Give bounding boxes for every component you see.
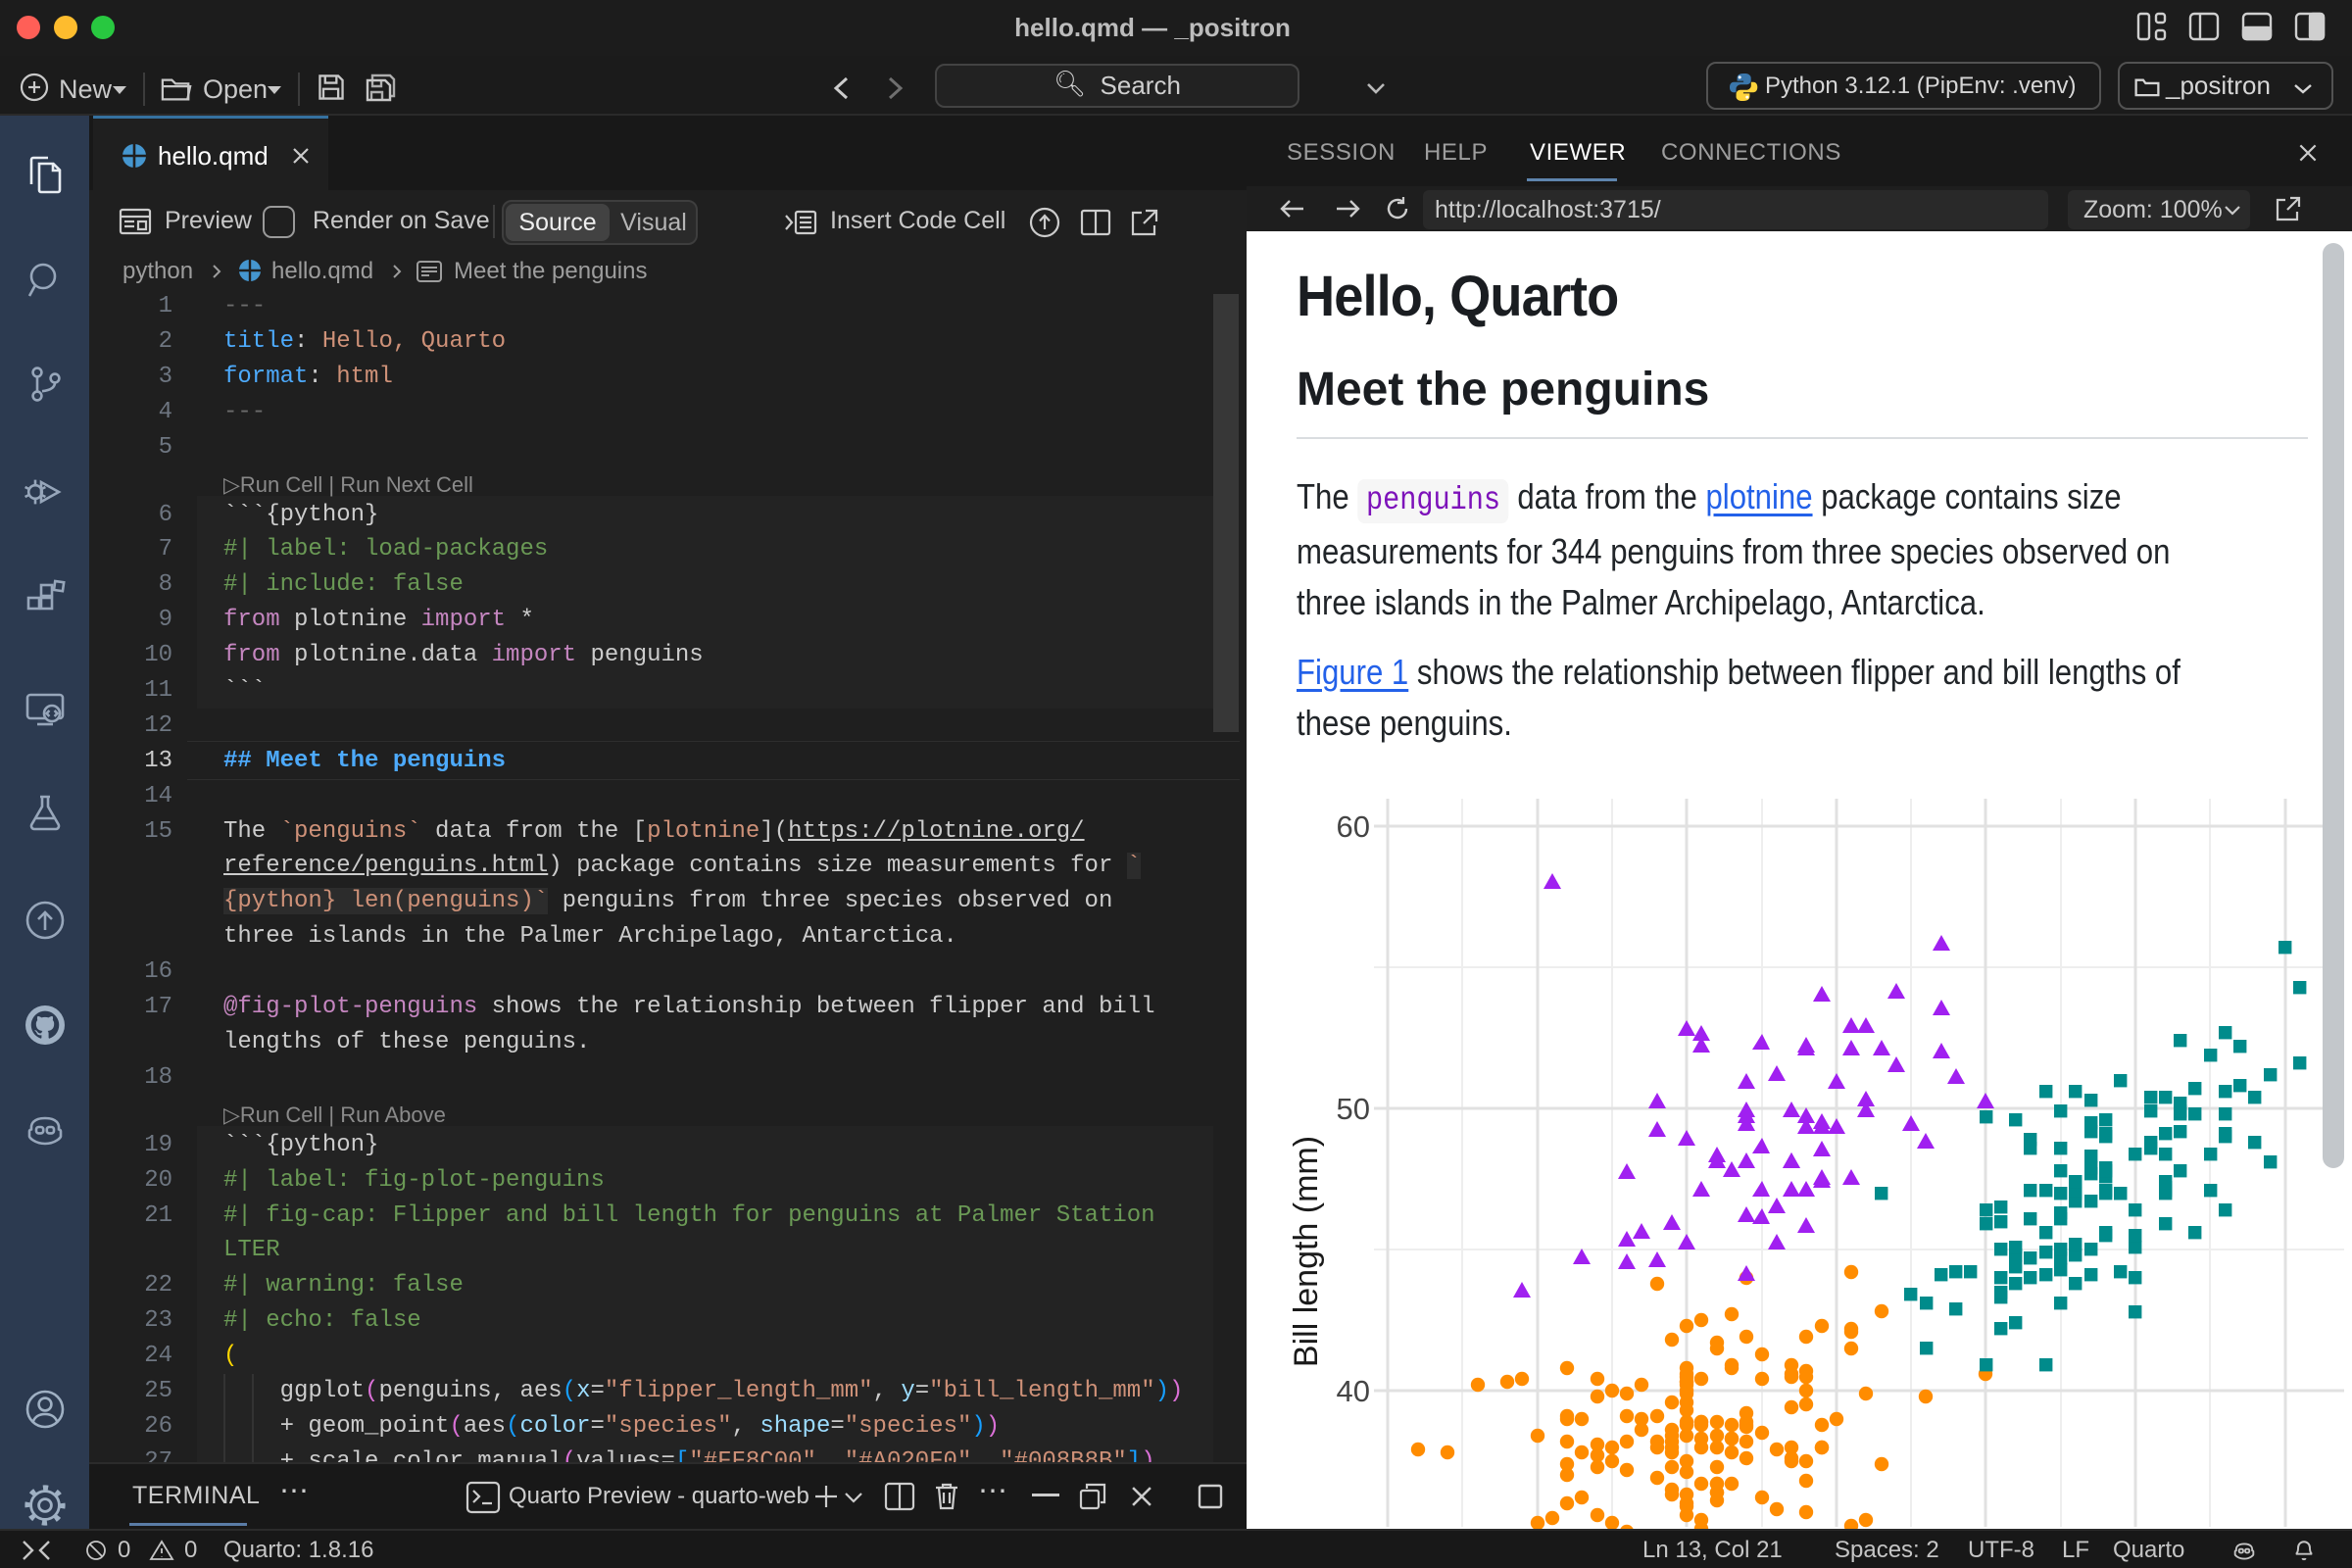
svg-text:Bill length (mm): Bill length (mm) bbox=[1288, 1136, 1325, 1367]
svg-text:40: 40 bbox=[1337, 1374, 1370, 1408]
svg-text:60: 60 bbox=[1337, 809, 1370, 844]
svg-text:50: 50 bbox=[1337, 1092, 1370, 1126]
